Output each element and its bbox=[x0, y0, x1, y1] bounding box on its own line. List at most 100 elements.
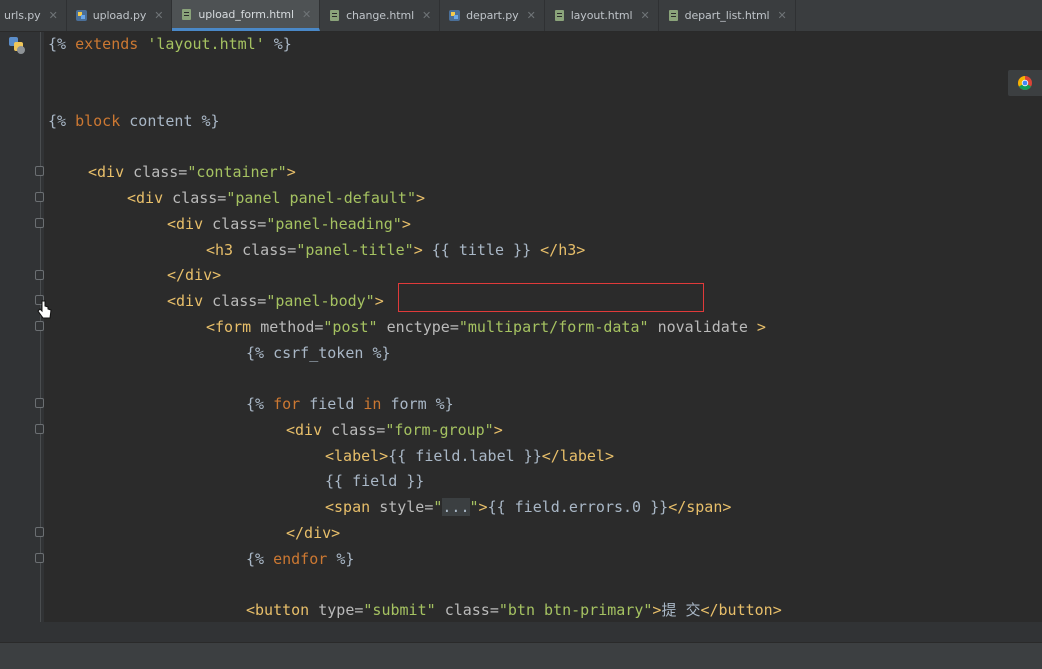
tab-label: urls.py bbox=[4, 9, 41, 22]
tab-depart-py[interactable]: depart.py ✕ bbox=[440, 0, 545, 31]
html-attribute-value: "panel panel-default" bbox=[226, 189, 416, 207]
template-variable: field bbox=[309, 395, 355, 413]
html-attribute: class= bbox=[444, 601, 499, 619]
template-variable: {{ title }} bbox=[422, 241, 541, 259]
html-tag: <button bbox=[246, 601, 310, 619]
editor-tab-bar: urls.py ✕ upload.py ✕ upload_form.html ✕… bbox=[0, 0, 1042, 32]
html-attribute: class= bbox=[172, 189, 227, 207]
code-line: <label>{{ field.label }}</label> bbox=[325, 444, 614, 468]
tab-urls-py[interactable]: urls.py ✕ bbox=[0, 0, 67, 31]
close-icon[interactable]: ✕ bbox=[778, 9, 787, 22]
code-line: {% block content %} bbox=[48, 109, 220, 133]
template-variable: {{ field }} bbox=[325, 472, 425, 490]
html-attribute: enctype= bbox=[386, 318, 459, 336]
template-delimiter: {% bbox=[246, 344, 265, 362]
html-file-icon bbox=[668, 10, 678, 21]
template-delimiter: %} bbox=[273, 35, 292, 53]
close-icon[interactable]: ✕ bbox=[154, 9, 163, 22]
html-attribute-value: "panel-heading" bbox=[266, 215, 402, 233]
code-line: {% extends 'layout.html' %} bbox=[48, 32, 292, 56]
html-tag: </div> bbox=[286, 524, 341, 542]
html-tag: <label> bbox=[325, 447, 389, 465]
template-keyword: block bbox=[75, 112, 121, 130]
fold-marker[interactable] bbox=[35, 321, 44, 331]
template-variable: {{ field.label }} bbox=[388, 447, 542, 465]
template-tag-name: csrf_token bbox=[273, 344, 364, 362]
html-attribute: class= bbox=[331, 421, 386, 439]
code-line: </div> bbox=[167, 263, 221, 287]
template-delimiter: %} bbox=[435, 395, 454, 413]
html-attribute: type= bbox=[318, 601, 364, 619]
template-delimiter: %} bbox=[201, 112, 220, 130]
fold-marker[interactable] bbox=[35, 398, 44, 408]
template-keyword: in bbox=[363, 395, 382, 413]
html-attribute: novalidate bbox=[657, 318, 748, 336]
close-icon[interactable]: ✕ bbox=[302, 8, 311, 21]
tab-upload-py[interactable]: upload.py ✕ bbox=[67, 0, 173, 31]
html-attribute-value: "panel-body" bbox=[266, 292, 375, 310]
chrome-browser-icon bbox=[1018, 76, 1032, 90]
template-delimiter: {% bbox=[246, 550, 265, 568]
html-tag: > bbox=[286, 163, 296, 181]
tab-layout-html[interactable]: layout.html ✕ bbox=[545, 0, 659, 31]
fold-marker[interactable] bbox=[35, 553, 44, 563]
html-tag: <form bbox=[206, 318, 252, 336]
code-editor[interactable]: {% extends 'layout.html' %} {% block con… bbox=[48, 32, 1042, 622]
close-icon[interactable]: ✕ bbox=[422, 9, 431, 22]
fold-marker[interactable] bbox=[35, 527, 44, 537]
open-in-browser-button[interactable] bbox=[1008, 70, 1042, 96]
code-line: <form method="post" enctype="multipart/f… bbox=[206, 315, 766, 339]
tab-upload-form-html[interactable]: upload_form.html ✕ bbox=[172, 0, 321, 31]
html-tag: > bbox=[374, 292, 384, 310]
html-attribute-value: "post" bbox=[323, 318, 378, 336]
fold-marker[interactable] bbox=[35, 166, 44, 176]
template-delimiter: %} bbox=[372, 344, 391, 362]
code-line: <div class="form-group"> bbox=[286, 418, 503, 442]
html-attribute: class= bbox=[212, 292, 267, 310]
close-icon[interactable]: ✕ bbox=[49, 9, 58, 22]
tab-label: upload.py bbox=[92, 9, 147, 22]
enctype-highlight-box bbox=[398, 283, 704, 312]
html-tag: <div bbox=[167, 292, 204, 310]
code-line: <div class="panel panel-default"> bbox=[127, 186, 425, 210]
html-tag: <div bbox=[127, 189, 164, 207]
fold-marker[interactable] bbox=[35, 424, 44, 434]
template-string: 'layout.html' bbox=[147, 35, 265, 53]
code-line: <div class="panel-body"> bbox=[167, 289, 384, 313]
html-attribute: class= bbox=[242, 241, 297, 259]
html-tag: <div bbox=[88, 163, 125, 181]
template-delimiter: {% bbox=[246, 395, 265, 413]
tab-label: layout.html bbox=[570, 9, 633, 22]
html-file-icon bbox=[182, 8, 192, 20]
fold-marker[interactable] bbox=[35, 270, 44, 280]
python-file-icon bbox=[449, 10, 461, 21]
html-attribute: style= bbox=[379, 498, 434, 516]
folded-value[interactable]: ... bbox=[442, 498, 470, 516]
code-line: <div class="container"> bbox=[88, 160, 296, 184]
code-line: <h3 class="panel-title"> {{ title }} </h… bbox=[206, 238, 585, 262]
html-tag: </span> bbox=[668, 498, 732, 516]
tab-label: upload_form.html bbox=[198, 7, 294, 21]
tab-change-html[interactable]: change.html ✕ bbox=[320, 0, 441, 31]
block-name: content bbox=[129, 112, 193, 130]
html-attribute-value: "btn btn-primary" bbox=[498, 601, 653, 619]
tab-depart-list-html[interactable]: depart_list.html ✕ bbox=[659, 0, 796, 31]
html-attribute-value: " bbox=[469, 498, 479, 516]
html-attribute-value: "panel-title" bbox=[296, 241, 414, 259]
html-tag: <div bbox=[167, 215, 204, 233]
code-line: {% endfor %} bbox=[246, 547, 354, 571]
code-line: <span style="...">{{ field.errors.0 }}</… bbox=[325, 495, 731, 519]
html-attribute: class= bbox=[212, 215, 267, 233]
fold-marker[interactable] bbox=[35, 192, 44, 202]
html-tag: > bbox=[401, 215, 411, 233]
python-console-icon[interactable] bbox=[7, 35, 27, 55]
fold-marker[interactable] bbox=[35, 218, 44, 228]
html-attribute-value: "form-group" bbox=[385, 421, 494, 439]
html-file-icon bbox=[554, 10, 564, 21]
code-line: <div class="panel-heading"> bbox=[167, 212, 411, 236]
template-keyword: extends bbox=[75, 35, 139, 53]
close-icon[interactable]: ✕ bbox=[527, 9, 536, 22]
html-attribute-value: "container" bbox=[187, 163, 287, 181]
html-tag: <h3 bbox=[206, 241, 234, 259]
close-icon[interactable]: ✕ bbox=[640, 9, 649, 22]
